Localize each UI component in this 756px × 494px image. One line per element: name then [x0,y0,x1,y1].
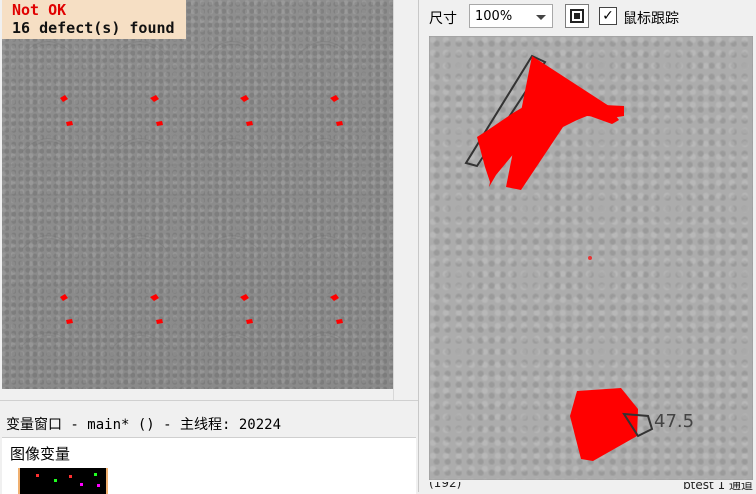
image-viewer-pane: 尺寸 100% ✓ 鼠标跟踪 47.5 (192) btest 1 通道 [418,0,756,492]
viewer-toolbar: 尺寸 100% ✓ 鼠标跟踪 [419,0,756,34]
viewer-status-left: (192) [429,482,462,490]
variables-window: 变量窗口 - main* () - 主线程: 20224 图像变量 [0,400,418,494]
variables-window-title: 变量窗口 - main* () - 主线程: 20224 [6,417,282,433]
image-variables-panel: 图像变量 [2,437,416,494]
chevron-down-icon [536,15,546,20]
zoom-select[interactable]: 100% [469,4,553,28]
mouse-tracking-label: 鼠标跟踪 [623,11,679,27]
zoom-value: 100% [475,9,513,24]
defect-overlay [2,0,393,389]
fit-to-window-icon-center [574,13,580,19]
measurement-label: 47.5 [654,411,694,432]
image-variables-label: 图像变量 [10,445,71,463]
left-pane: Not OK 16 defect(s) found 变量窗口 - main* (… [0,0,419,494]
viewer-status-right: btest 1 通道 [683,482,753,492]
zoomed-defect-overlay: 47.5 [429,36,753,480]
viewer-status-bar: (192) btest 1 通道 [429,482,753,492]
result-overlay: Not OK 16 defect(s) found [2,0,186,39]
fit-to-window-button[interactable] [565,4,589,28]
image-variable-thumbnail[interactable] [18,468,108,494]
defect-count: 16 defect(s) found [12,19,175,37]
checkmark-icon: ✓ [602,8,614,24]
size-label: 尺寸 [429,11,457,27]
vertical-splitter[interactable] [393,0,419,400]
zoomed-image-view[interactable]: 47.5 [429,36,753,480]
result-status: Not OK [12,1,67,19]
main-image-window[interactable] [2,0,393,389]
mouse-tracking-checkbox[interactable]: ✓ [599,7,617,25]
